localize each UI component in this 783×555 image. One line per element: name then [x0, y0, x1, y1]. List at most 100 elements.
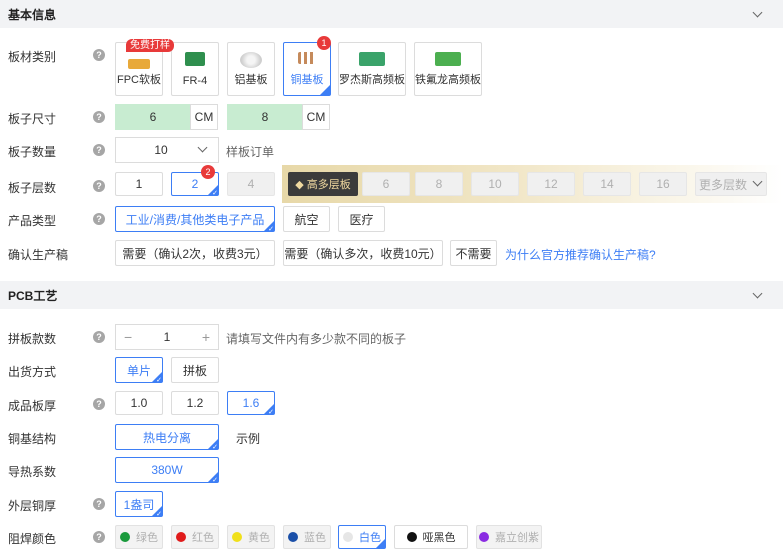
solder-color-purple[interactable]: 嘉立创紫	[476, 525, 542, 549]
more-layers-label: 更多层数	[698, 177, 747, 192]
solder-color-blue[interactable]: 蓝色	[283, 525, 331, 549]
confirm-none-option[interactable]: 不需要	[450, 240, 497, 266]
color-label: 嘉立创紫	[495, 532, 539, 544]
shipping-label: 出货方式	[8, 365, 57, 379]
thermal-label: 导热系数	[8, 465, 57, 479]
confirm-twice-option[interactable]: 需要（确认2次，收费3元）	[115, 240, 275, 266]
high-layer-button[interactable]: ◆ 高多层板	[288, 172, 358, 196]
help-icon[interactable]: ?	[93, 213, 105, 225]
minus-icon[interactable]: −	[124, 329, 132, 345]
color-swatch-icon	[288, 532, 298, 542]
color-label: 白色	[359, 532, 381, 544]
board-type-label: 板材类别	[8, 50, 57, 64]
chevron-down-icon[interactable]	[753, 290, 763, 300]
solder-color-green[interactable]: 绿色	[115, 525, 163, 549]
board-option-label: FR-4	[182, 75, 208, 87]
solder-color-matte-black[interactable]: 哑黑色	[394, 525, 468, 549]
chevron-down-icon	[753, 178, 763, 188]
rogers-board-icon	[359, 52, 385, 66]
notification-badge: 2	[201, 165, 215, 179]
board-width-input[interactable]: 6	[115, 104, 191, 130]
color-label: 黄色	[248, 532, 270, 544]
board-option-fr4[interactable]: FR-4	[171, 42, 219, 96]
board-option-aluminum[interactable]: 铝基板	[227, 42, 275, 96]
product-type-label: 产品类型	[8, 214, 57, 228]
plus-icon[interactable]: +	[202, 329, 210, 345]
board-option-teflon[interactable]: 铁氟龙高频板	[414, 42, 482, 96]
board-option-label: 铁氟龙高频板	[415, 74, 481, 86]
section-title: PCB工艺	[8, 288, 58, 303]
product-type-medical[interactable]: 医疗	[338, 206, 385, 232]
layer-option-12[interactable]: 12	[527, 172, 575, 196]
teflon-board-icon	[435, 52, 461, 66]
outer-copper-option[interactable]: 1盎司	[115, 491, 163, 518]
confirm-multiple-option[interactable]: 需要（确认多次，收费10元）	[283, 240, 443, 266]
color-label: 红色	[192, 532, 214, 544]
thickness-option-1-6[interactable]: 1.6	[227, 391, 275, 416]
thickness-option-1-2[interactable]: 1.2	[171, 391, 219, 415]
color-swatch-icon	[232, 532, 242, 542]
board-option-label: 铜基板	[290, 74, 324, 86]
help-icon[interactable]: ?	[93, 144, 105, 156]
color-label: 哑黑色	[422, 532, 456, 544]
color-label: 绿色	[136, 532, 158, 544]
layer-option-8[interactable]: 8	[415, 172, 463, 196]
pcb-section-header[interactable]: PCB工艺	[0, 281, 783, 309]
help-icon[interactable]: ?	[93, 531, 105, 543]
layer-option-1[interactable]: 1	[115, 172, 163, 196]
color-swatch-icon	[176, 532, 186, 542]
thickness-option-1-0[interactable]: 1.0	[115, 391, 163, 415]
help-icon[interactable]: ?	[93, 398, 105, 410]
help-icon[interactable]: ?	[93, 111, 105, 123]
high-layer-label: 高多层板	[306, 179, 351, 191]
board-qty-label: 板子数量	[8, 145, 57, 159]
fr4-board-icon	[185, 52, 205, 66]
layer-option-6[interactable]: 6	[362, 172, 410, 196]
solder-color-red[interactable]: 红色	[171, 525, 219, 549]
aluminum-board-icon	[240, 52, 262, 68]
section-title: 基本信息	[8, 7, 57, 22]
product-type-aviation[interactable]: 航空	[283, 206, 330, 232]
layer-option-14[interactable]: 14	[583, 172, 631, 196]
crown-icon: ◆	[295, 178, 304, 191]
board-option-label: FPC软板	[117, 74, 161, 86]
board-size-label: 板子尺寸	[8, 112, 57, 126]
more-layers-select[interactable]: 更多层数	[695, 172, 767, 196]
solder-color-white[interactable]: 白色	[338, 525, 386, 549]
layer-option-10[interactable]: 10	[471, 172, 519, 196]
shipping-panel-option[interactable]: 拼板	[171, 357, 219, 383]
basic-info-header[interactable]: 基本信息	[0, 0, 783, 28]
copper-struct-option[interactable]: 热电分离	[115, 424, 219, 451]
fpc-board-icon	[128, 59, 150, 69]
color-label: 蓝色	[304, 532, 326, 544]
solder-mask-label: 阻焊颜色	[8, 532, 57, 546]
copper-struct-label: 铜基结构	[8, 432, 57, 446]
help-icon[interactable]: ?	[93, 498, 105, 510]
layers-label: 板子层数	[8, 181, 57, 195]
free-sample-tag: 免费打样	[126, 39, 174, 52]
solder-color-yellow[interactable]: 黄色	[227, 525, 275, 549]
help-icon[interactable]: ?	[93, 49, 105, 61]
chevron-down-icon	[198, 144, 208, 154]
confirm-label: 确认生产稿	[8, 248, 69, 262]
outer-copper-label: 外层铜厚	[8, 499, 57, 513]
panel-count-stepper[interactable]: − 1 +	[115, 324, 219, 350]
board-qty-select[interactable]: 10	[115, 137, 219, 163]
help-icon[interactable]: ?	[93, 180, 105, 192]
product-type-consumer[interactable]: 工业/消费/其他类电子产品	[115, 206, 275, 233]
why-confirm-link[interactable]: 为什么官方推荐确认生产稿?	[505, 246, 656, 263]
shipping-single-option[interactable]: 单片	[115, 357, 163, 384]
color-swatch-icon	[343, 532, 353, 542]
board-option-rogers[interactable]: 罗杰斯高频板	[338, 42, 406, 96]
board-height-input[interactable]: 8	[227, 104, 303, 130]
thermal-option[interactable]: 380W	[115, 457, 219, 484]
chevron-down-icon[interactable]	[753, 9, 763, 19]
help-icon[interactable]: ?	[93, 331, 105, 343]
copper-struct-example[interactable]: 示例	[236, 430, 260, 447]
board-option-copper[interactable]: 铜基板	[283, 42, 331, 96]
copper-board-icon	[298, 52, 316, 64]
layer-option-4[interactable]: 4	[227, 172, 275, 196]
board-width-unit: CM	[190, 104, 218, 130]
panel-count-hint: 请填写文件内有多少款不同的板子	[226, 332, 407, 346]
layer-option-16[interactable]: 16	[639, 172, 687, 196]
